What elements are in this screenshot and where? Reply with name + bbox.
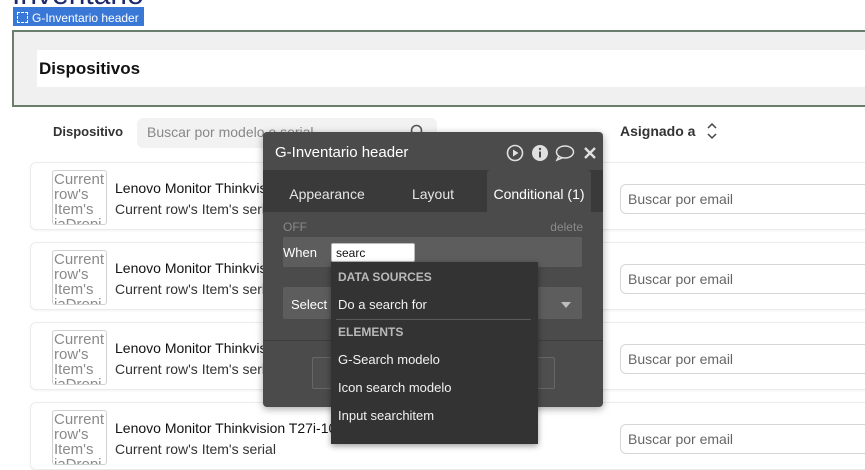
row-thumbnail: Current row's Item's iaDropi (52, 410, 107, 465)
row-subtitle: Current row's Item's serial (115, 361, 276, 377)
when-expression-input[interactable]: searc (331, 243, 415, 262)
email-search-input[interactable]: Buscar por email (620, 264, 865, 294)
condition-delete-link[interactable]: delete (550, 220, 583, 234)
when-label: When (283, 245, 317, 260)
info-icon[interactable] (531, 144, 549, 162)
dropdown-item-do-search[interactable]: Do a search for (338, 297, 427, 312)
column-header-dispositivo: Dispositivo (53, 124, 124, 139)
dropdown-item-input-searchitem[interactable]: Input searchitem (338, 408, 434, 423)
chevron-down-icon[interactable] (561, 302, 571, 308)
section-elements: ELEMENTS (338, 325, 404, 339)
tab-layout[interactable]: Layout (385, 170, 481, 212)
dropdown-item-g-search-modelo[interactable]: G-Search modelo (338, 352, 440, 367)
play-icon[interactable] (506, 144, 524, 162)
comment-icon[interactable] (555, 144, 575, 162)
close-icon[interactable] (582, 144, 600, 162)
row-subtitle: Current row's Item's serial (115, 281, 276, 297)
row-thumbnail: Current row's Item's iaDropi (52, 330, 107, 385)
tab-appearance[interactable]: Appearance (277, 170, 377, 212)
email-search-input[interactable]: Buscar por email (620, 184, 865, 214)
dropdown-item-icon-search-modelo[interactable]: Icon search modelo (338, 380, 451, 395)
row-subtitle: Current row's Item's serial (115, 441, 276, 457)
row-subtitle: Current row's Item's serial (115, 201, 276, 217)
column-header-asignado: Asignado a (620, 123, 696, 139)
inventario-header-group[interactable]: Dispositivos (12, 30, 865, 107)
condition-off-label[interactable]: OFF (283, 220, 307, 234)
row-thumbnail: Current row's Item's iaDropi (52, 170, 107, 225)
selection-square-icon (17, 12, 28, 23)
autocomplete-dropdown[interactable]: DATA SOURCES Do a search for ELEMENTS G-… (331, 262, 538, 444)
selected-element-tag[interactable]: G-Inventario header (13, 7, 144, 26)
editor-title: G-Inventario header (275, 144, 409, 161)
row-thumbnail: Current row's Item's iaDropi (52, 250, 107, 305)
sort-icon[interactable] (706, 121, 718, 141)
tab-conditional[interactable]: Conditional (1) (487, 170, 591, 212)
section-data-sources: DATA SOURCES (338, 270, 432, 284)
section-heading: Dispositivos (37, 50, 865, 87)
selected-element-label: G-Inventario header (32, 10, 139, 25)
email-search-input[interactable]: Buscar por email (620, 344, 865, 374)
divider (336, 319, 531, 320)
email-search-input[interactable]: Buscar por email (620, 424, 865, 454)
